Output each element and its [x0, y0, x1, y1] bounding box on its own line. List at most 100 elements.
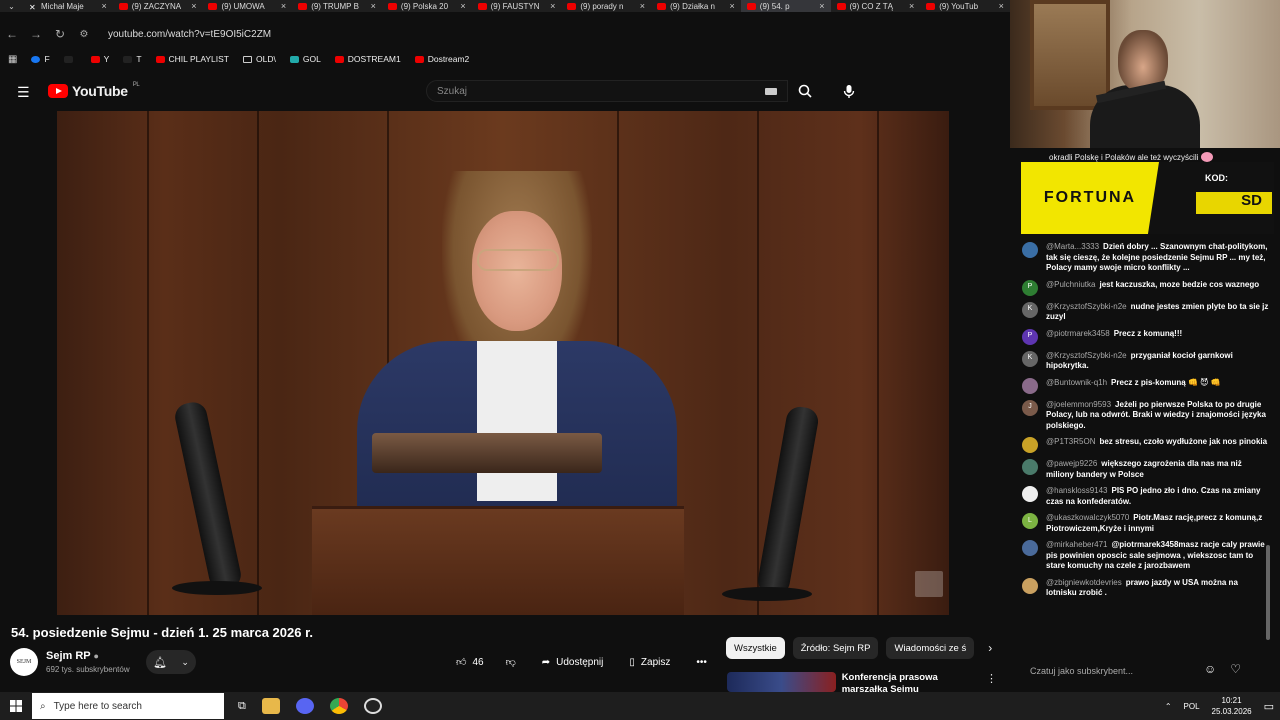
chat-avatar[interactable] — [1022, 540, 1038, 556]
chat-message[interactable]: L @ukaszkowalczyk5070 Piotr.Masz rację,pre… — [1012, 513, 1274, 534]
browser-tab[interactable]: (9) YouTub × — [920, 0, 1010, 12]
chat-author[interactable]: @Pulchniutka — [1046, 280, 1095, 289]
chat-avatar[interactable]: K — [1022, 301, 1038, 318]
bookmark-item[interactable]: GOL — [289, 54, 321, 64]
chat-author[interactable]: @KrzysztofSzybki-n2e — [1046, 302, 1127, 311]
bookmark-item[interactable]: Y — [90, 54, 109, 64]
url-field[interactable]: youtube.com/watch?v=tE9OI5iC2ZM — [108, 29, 271, 40]
tab-close-icon[interactable]: × — [371, 1, 376, 11]
notifications-icon[interactable]: ▭ — [1264, 700, 1274, 713]
tab-close-icon[interactable]: × — [191, 1, 196, 11]
site-info-icon[interactable]: ⚙ — [72, 29, 96, 40]
chip-source[interactable]: Źródło: Sejm RP — [792, 637, 879, 659]
notification-settings-button[interactable]: 🔔︎ ⌄ — [146, 650, 196, 674]
fortuna-ad-banner[interactable]: FORTUNA KOD: SD — [1021, 162, 1274, 234]
tray-expand-icon[interactable]: ⌃ — [1165, 702, 1172, 711]
chat-avatar[interactable]: P — [1022, 328, 1038, 345]
share-button[interactable]: ➦ Udostępnij — [532, 650, 614, 674]
recommended-video[interactable]: Konferencja prasowa marszałka Sejmu Włod… — [727, 672, 997, 692]
bookmark-item[interactable]: CHIL PLAYLIST — [155, 54, 229, 64]
chat-message-list[interactable]: @Marta...3333 Dzień dobry ... Szanownym c… — [1012, 242, 1274, 605]
tab-list-icon[interactable]: ⌄ — [0, 2, 23, 11]
chat-author[interactable]: @Buntownik-q1h — [1046, 378, 1107, 387]
reload-icon[interactable]: ↻ — [48, 27, 72, 41]
tab-close-icon[interactable]: × — [999, 1, 1004, 11]
chat-message[interactable]: @zbigniewkotdevries prawo jazdy w USA moż… — [1012, 577, 1274, 599]
file-explorer-icon[interactable] — [261, 698, 280, 714]
chip-news[interactable]: Wiadomości ze ś — [886, 637, 975, 659]
chat-avatar[interactable] — [1022, 577, 1038, 594]
chat-avatar[interactable] — [1022, 459, 1038, 475]
browser-tab[interactable]: (9) CO Z TĄ × — [831, 0, 921, 12]
tab-close-icon[interactable]: × — [819, 1, 824, 11]
chat-author[interactable]: @joelemmon9593 — [1046, 400, 1111, 409]
chat-avatar[interactable]: L — [1022, 513, 1038, 529]
chat-author[interactable]: @KrzysztofSzybki-n2e — [1046, 351, 1127, 360]
chat-message[interactable]: @Marta...3333 Dzień dobry ... Szanownym c… — [1012, 242, 1274, 274]
browser-tab[interactable]: (9) UMOWA × — [202, 0, 292, 12]
save-button[interactable]: ▯ Zapisz — [619, 650, 680, 674]
browser-tab[interactable]: (9) ZACZYNA × — [113, 0, 203, 12]
chat-message[interactable]: @P1T3R5ON bez stresu, czoło wydłużone jak… — [1012, 437, 1274, 453]
chat-message[interactable]: P @piotrmarek3458 Precz z komuną!!! — [1012, 328, 1274, 345]
clock[interactable]: 10:21 25.03.2026 — [1212, 695, 1252, 717]
keyboard-icon[interactable] — [765, 88, 777, 95]
chat-author[interactable]: @zbigniewkotdevries — [1046, 578, 1122, 587]
discord-icon[interactable] — [295, 698, 314, 714]
chevron-right-icon[interactable]: › — [988, 641, 992, 655]
chat-avatar[interactable] — [1022, 486, 1038, 502]
menu-icon[interactable]: ☰ — [17, 84, 30, 101]
channel-avatar[interactable]: SEJM — [10, 648, 38, 676]
search-button[interactable] — [790, 80, 820, 102]
tab-close-icon[interactable]: × — [730, 1, 735, 11]
chip-all[interactable]: Wszystkie — [726, 637, 785, 659]
chat-message[interactable]: K @KrzysztofSzybki-n2e przyganiał kocioł g… — [1012, 350, 1274, 372]
bookmark-item[interactable]: Dostream2 — [414, 54, 469, 64]
chat-message[interactable]: K @KrzysztofSzybki-n2e nudne jestes zmien … — [1012, 301, 1274, 323]
tab-close-icon[interactable]: × — [640, 1, 645, 11]
chat-avatar[interactable] — [1022, 242, 1038, 258]
browser-tab[interactable]: (9) TRUMP B × — [292, 0, 382, 12]
browser-tab[interactable]: (9) 54. p × — [740, 0, 831, 12]
apps-grid-icon[interactable]: ▦ — [8, 54, 17, 65]
more-vert-icon[interactable]: ⋮ — [986, 672, 997, 692]
chat-avatar[interactable]: K — [1022, 350, 1038, 367]
chat-scrollbar[interactable] — [1266, 545, 1270, 640]
bookmark-item[interactable]: T — [123, 54, 142, 64]
tab-close-icon[interactable]: × — [550, 1, 555, 11]
bookmark-item[interactable]: OLD\ — [243, 54, 276, 64]
obs-icon[interactable] — [363, 698, 382, 714]
like-button[interactable]: 👍︎ 46 — [456, 656, 484, 669]
chrome-icon[interactable] — [329, 698, 348, 714]
channel-name[interactable]: Sejm RP ● — [46, 650, 130, 662]
browser-tab[interactable]: (9) porady n × — [561, 0, 651, 12]
bookmark-item[interactable]: F — [31, 54, 50, 64]
chat-author[interactable]: @P1T3R5ON — [1046, 437, 1095, 446]
back-icon[interactable]: ← — [0, 27, 24, 41]
search-input[interactable]: Szukaj — [426, 80, 788, 102]
chat-author[interactable]: @ukaszkowalczyk5070 — [1046, 513, 1129, 522]
chat-message[interactable]: P @Pulchniutka jest kaczuszka, moze bedzie… — [1012, 279, 1274, 296]
bookmark-item[interactable]: DOSTREAM1 — [334, 54, 401, 64]
chat-author[interactable]: @Marta...3333 — [1046, 242, 1099, 251]
voice-search-button[interactable] — [836, 80, 862, 102]
tab-close-icon[interactable]: × — [909, 1, 914, 11]
chat-author[interactable]: @pawejp9226 — [1046, 459, 1097, 468]
chat-message[interactable]: @Buntownik-q1h Precz z pis-komuną 👊 😈 👊 — [1012, 377, 1274, 394]
chat-message[interactable]: @hanskloss9143 PIS PO jedno zło i dno. Cz… — [1012, 486, 1274, 507]
chat-input[interactable]: Czatuj jako subskrybent... — [1020, 660, 1204, 682]
chat-author[interactable]: @piotrmarek3458 — [1046, 329, 1110, 338]
browser-tab[interactable]: (9) Działka n × — [651, 0, 741, 12]
taskbar-search[interactable]: ⌕ Type here to search — [32, 693, 224, 719]
emoji-icon[interactable]: ☺ — [1204, 662, 1216, 676]
chat-message[interactable]: @mirkaheber471 @piotrmarek3458masz racje … — [1012, 540, 1274, 572]
dislike-button[interactable]: 👎︎ — [506, 656, 516, 668]
chat-author[interactable]: @hanskloss9143 — [1046, 486, 1108, 495]
browser-tab[interactable]: (9) FAUSTYN × — [472, 0, 562, 12]
chat-message[interactable]: @pawejp9226 większego zagrożenia dla nas … — [1012, 459, 1274, 480]
heart-icon[interactable]: ♡ — [1230, 662, 1241, 676]
video-player[interactable] — [57, 111, 949, 615]
chat-author[interactable]: @mirkaheber471 — [1046, 540, 1107, 549]
chat-message[interactable]: J @joelemmon9593 Jeżeli po pierwsze Polska… — [1012, 399, 1274, 432]
tab-close-icon[interactable]: × — [101, 1, 106, 11]
